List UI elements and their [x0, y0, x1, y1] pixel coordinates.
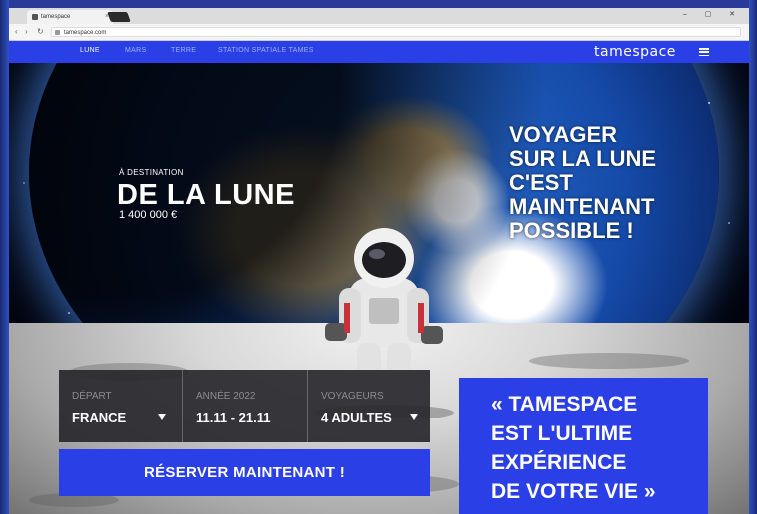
arrow-left-icon[interactable]: ‹ — [15, 27, 18, 36]
headline-line: C'EST — [509, 170, 573, 195]
screen-bezel-right — [749, 0, 757, 514]
arrow-right-icon[interactable]: › — [25, 27, 28, 36]
departure-select[interactable]: DÉPART FRANCE — [59, 370, 182, 442]
browser-window: tamespace × – ▢ ✕ ‹ › ↻ tamespace.com LU… — [9, 8, 749, 514]
travelers-value: 4 ADULTES — [321, 410, 392, 425]
address-bar: ‹ › ↻ tamespace.com — [9, 24, 749, 41]
travelers-select[interactable]: VOYAGEURS 4 ADULTES — [307, 370, 430, 442]
travelers-label: VOYAGEURS — [321, 391, 384, 402]
nav-item-mars[interactable]: MARS — [125, 47, 146, 54]
url-text: tamespace.com — [64, 30, 107, 36]
favicon-icon — [32, 14, 38, 20]
destination-prefix: À DESTINATION — [119, 168, 184, 177]
tab-title: tamespace — [41, 14, 71, 20]
booking-fields: DÉPART FRANCE ANNÉE 2022 11.11 - 21.11 V… — [59, 370, 430, 442]
date-label: ANNÉE 2022 — [196, 391, 256, 402]
hamburger-menu-icon[interactable] — [699, 48, 709, 57]
quote-line: « TAMESPACE — [491, 393, 638, 416]
lock-icon — [55, 30, 60, 35]
quote-line: EST L'ULTIME — [491, 422, 633, 445]
chevron-down-icon — [410, 414, 418, 420]
screen-bezel-left — [0, 0, 9, 514]
site-navbar: LUNE MARS TERRE STATION SPATIALE TAMES t… — [9, 41, 749, 63]
departure-label: DÉPART — [72, 391, 112, 402]
headline-line: SUR LA LUNE — [509, 146, 657, 171]
headline-line: POSSIBLE ! — [509, 218, 634, 243]
nav-item-terre[interactable]: TERRE — [171, 47, 196, 54]
nav-item-lune[interactable]: LUNE — [80, 47, 100, 54]
hero-headline: VOYAGER SUR LA LUNE C'EST MAINTENANT POS… — [509, 123, 656, 243]
reload-icon[interactable]: ↻ — [37, 27, 44, 36]
quote-box: « TAMESPACE EST L'ULTIME EXPÉRIENCE DE V… — [459, 378, 708, 514]
destination-price: 1 400 000 € — [119, 209, 178, 221]
booking-widget: DÉPART FRANCE ANNÉE 2022 11.11 - 21.11 V… — [59, 370, 430, 498]
new-tab-button[interactable] — [107, 12, 131, 22]
date-value: 11.11 - 21.11 — [196, 410, 271, 425]
headline-line: MAINTENANT — [509, 194, 655, 219]
tab-bar: tamespace × – ▢ ✕ — [9, 8, 749, 24]
browser-tab[interactable]: tamespace × — [27, 10, 113, 24]
date-range-field[interactable]: ANNÉE 2022 11.11 - 21.11 — [182, 370, 307, 442]
quote-line: DE VOTRE VIE » — [491, 480, 656, 503]
chevron-down-icon — [158, 414, 166, 420]
nav-item-station[interactable]: STATION SPATIALE TAMES — [218, 47, 314, 54]
quote-line: EXPÉRIENCE — [491, 451, 627, 474]
hero-section: À DESTINATION DE LA LUNE 1 400 000 € VOY… — [9, 63, 749, 514]
brand-logo[interactable]: tamespace — [594, 44, 676, 60]
screen-bezel-top — [0, 0, 757, 8]
url-input[interactable]: tamespace.com — [51, 27, 741, 37]
book-now-button[interactable]: RÉSERVER MAINTENANT ! — [59, 449, 430, 496]
destination-name: DE LA LUNE — [117, 179, 295, 211]
headline-line: VOYAGER — [509, 122, 618, 147]
departure-value: FRANCE — [72, 410, 127, 425]
window-controls[interactable]: – ▢ ✕ — [683, 10, 743, 18]
